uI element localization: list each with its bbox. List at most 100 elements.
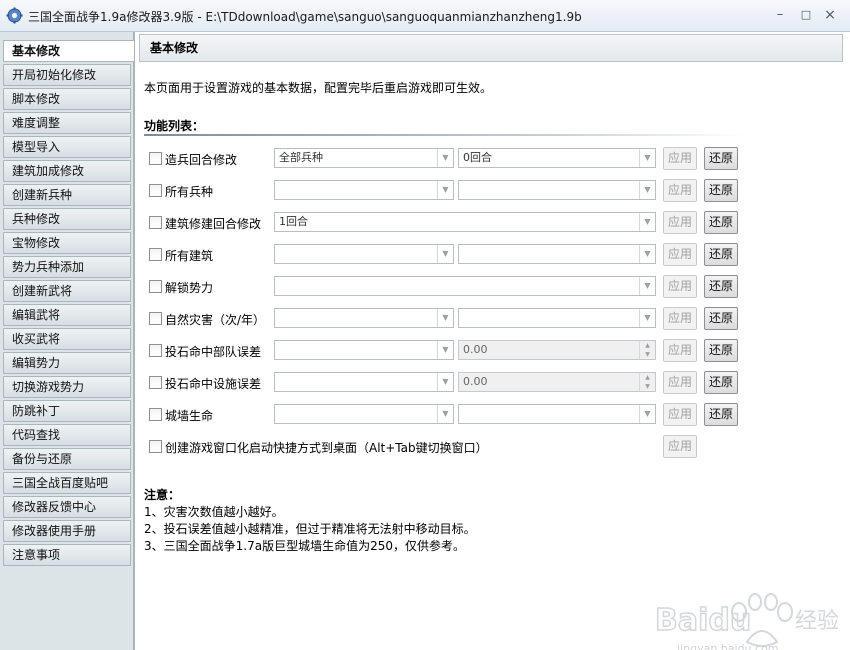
- dropdown-arrow-icon: ▼: [437, 181, 453, 199]
- apply-button[interactable]: 应用: [663, 211, 697, 234]
- sidebar-item-script[interactable]: 脚本修改: [3, 88, 131, 110]
- sidebar-item-label: 修改器反馈中心: [12, 500, 97, 514]
- sidebar-item-new-unit[interactable]: 创建新兵种: [3, 184, 131, 206]
- stepper-arrows-icon[interactable]: ▲ ▼: [639, 373, 655, 391]
- faction-select[interactable]: ▼: [274, 276, 656, 296]
- close-button[interactable]: ×: [818, 4, 842, 26]
- restore-button[interactable]: 还原: [704, 307, 738, 330]
- checkbox[interactable]: [149, 376, 162, 389]
- checkbox[interactable]: [149, 440, 162, 453]
- apply-button[interactable]: 应用: [663, 435, 697, 458]
- checkbox[interactable]: [149, 344, 162, 357]
- restore-button[interactable]: 还原: [704, 179, 738, 202]
- select-value: 0回合: [463, 151, 492, 164]
- select-1[interactable]: ▼: [274, 180, 454, 200]
- sidebar-item-treasure[interactable]: 宝物修改: [3, 232, 131, 254]
- apply-button[interactable]: 应用: [663, 371, 697, 394]
- sidebar-item-init[interactable]: 开局初始化修改: [3, 64, 131, 86]
- sidebar-item-label: 代码查找: [12, 428, 61, 442]
- select-1[interactable]: ▼: [274, 244, 454, 264]
- sidebar-item-edit-general[interactable]: 编辑武将: [3, 304, 131, 326]
- sidebar-item-new-general[interactable]: 创建新武将: [3, 280, 131, 302]
- watermark-cn: 经验: [795, 609, 839, 634]
- sidebar-item-faction-unit[interactable]: 势力兵种添加: [3, 256, 131, 278]
- sidebar-item-label: 防跳补丁: [12, 404, 61, 418]
- dropdown-arrow-icon: ▼: [639, 149, 655, 167]
- sidebar-item-label: 宝物修改: [12, 236, 61, 250]
- checkbox[interactable]: [149, 280, 162, 293]
- note-line: 3、三国全面战争1.7a版巨型城墙生命值为250，仅供参考。: [144, 539, 465, 553]
- watermark-url: jingyan.baidu.com: [676, 642, 779, 650]
- row-building-turns: 建筑修建回合修改 1回合 ▼ 应用 还原: [135, 211, 850, 235]
- sidebar-item-difficulty[interactable]: 难度调整: [3, 112, 131, 134]
- select-2[interactable]: ▼: [458, 308, 656, 328]
- title-bar: 三国全面战争1.9a修改器3.9版 - E:\TDdownload\game\s…: [0, 0, 850, 32]
- checkbox[interactable]: [149, 184, 162, 197]
- row-label: 投石命中部队误差: [165, 345, 262, 359]
- window-title: 三国全面战争1.9a修改器3.9版 - E:\TDdownload\game\s…: [28, 10, 582, 24]
- sidebar-item-switch-faction[interactable]: 切换游戏势力: [3, 376, 131, 398]
- select-1[interactable]: ▼: [274, 340, 454, 360]
- select-2[interactable]: ▼: [458, 244, 656, 264]
- restore-button[interactable]: 还原: [704, 243, 738, 266]
- select-2[interactable]: ▼: [458, 180, 656, 200]
- apply-button[interactable]: 应用: [663, 179, 697, 202]
- restore-button[interactable]: 还原: [704, 211, 738, 234]
- apply-button[interactable]: 应用: [663, 275, 697, 298]
- select-1[interactable]: ▼: [274, 308, 454, 328]
- sidebar-item-label: 基本修改: [12, 44, 61, 58]
- apply-button[interactable]: 应用: [663, 243, 697, 266]
- select-2[interactable]: ▼: [458, 404, 656, 424]
- sidebar-nav: 基本修改 开局初始化修改 脚本修改 难度调整 模型导入 建筑加成修改 创建新兵种…: [0, 32, 134, 650]
- sidebar-item-manual[interactable]: 修改器使用手册: [3, 520, 131, 542]
- sidebar-item-bribe[interactable]: 收买武将: [3, 328, 131, 350]
- error-stepper[interactable]: 0.00 ▲ ▼: [458, 372, 656, 392]
- apply-button[interactable]: 应用: [663, 147, 697, 170]
- restore-button[interactable]: 还原: [704, 147, 738, 170]
- checkbox[interactable]: [149, 312, 162, 325]
- sidebar-item-model-import[interactable]: 模型导入: [3, 136, 131, 158]
- watermark-brand: Baidu: [655, 603, 751, 638]
- sidebar-item-backup[interactable]: 备份与还原: [3, 448, 131, 470]
- minimize-button[interactable]: –: [768, 4, 792, 26]
- dropdown-arrow-icon: ▼: [639, 245, 655, 263]
- restore-button[interactable]: 还原: [704, 371, 738, 394]
- select-value: 全部兵种: [279, 151, 323, 164]
- checkbox[interactable]: [149, 152, 162, 165]
- dropdown-arrow-icon: ▼: [437, 405, 453, 423]
- dropdown-arrow-icon: ▼: [639, 181, 655, 199]
- turns-select[interactable]: 0回合 ▼: [458, 148, 656, 168]
- restore-button[interactable]: 还原: [704, 275, 738, 298]
- sidebar-item-basic[interactable]: 基本修改: [3, 40, 134, 62]
- row-catapult-unit-error: 投石命中部队误差 ▼ 0.00 ▲ ▼ 应用 还原: [135, 339, 850, 363]
- sidebar-item-label: 兵种修改: [12, 212, 61, 226]
- sidebar-item-notes[interactable]: 注意事项: [3, 544, 131, 566]
- sidebar-item-building[interactable]: 建筑加成修改: [3, 160, 131, 182]
- stepper-arrows-icon[interactable]: ▲ ▼: [639, 341, 655, 359]
- apply-button[interactable]: 应用: [663, 339, 697, 362]
- building-turns-select[interactable]: 1回合 ▼: [274, 212, 656, 232]
- sidebar-item-code-search[interactable]: 代码查找: [3, 424, 131, 446]
- sidebar-item-edit-faction[interactable]: 编辑势力: [3, 352, 131, 374]
- apply-button[interactable]: 应用: [663, 403, 697, 426]
- checkbox[interactable]: [149, 248, 162, 261]
- apply-button[interactable]: 应用: [663, 307, 697, 330]
- checkbox[interactable]: [149, 408, 162, 421]
- maximize-button[interactable]: □: [794, 4, 818, 26]
- select-1[interactable]: ▼: [274, 372, 454, 392]
- sidebar-item-tieba[interactable]: 三国全战百度贴吧: [3, 472, 131, 494]
- error-stepper[interactable]: 0.00 ▲ ▼: [458, 340, 656, 360]
- sidebar-item-feedback[interactable]: 修改器反馈中心: [3, 496, 131, 518]
- notes-section: 注意： 1、灾害次数值越小越好。 2、投石误差值越小越精准，但过于精准将无法射中…: [144, 487, 476, 555]
- sidebar-item-label: 开局初始化修改: [12, 68, 97, 82]
- sidebar-item-unit-edit[interactable]: 兵种修改: [3, 208, 131, 230]
- row-shortcut: 创建游戏窗口化启动快捷方式到桌面（Alt+Tab键切换窗口） 应用: [135, 435, 850, 459]
- unit-type-select[interactable]: 全部兵种 ▼: [274, 148, 454, 168]
- restore-button[interactable]: 还原: [704, 403, 738, 426]
- restore-button[interactable]: 还原: [704, 339, 738, 362]
- select-1[interactable]: ▼: [274, 404, 454, 424]
- checkbox[interactable]: [149, 216, 162, 229]
- sidebar-item-label: 编辑势力: [12, 356, 61, 370]
- row-label: 所有建筑: [165, 249, 214, 263]
- sidebar-item-anti-jump[interactable]: 防跳补丁: [3, 400, 131, 422]
